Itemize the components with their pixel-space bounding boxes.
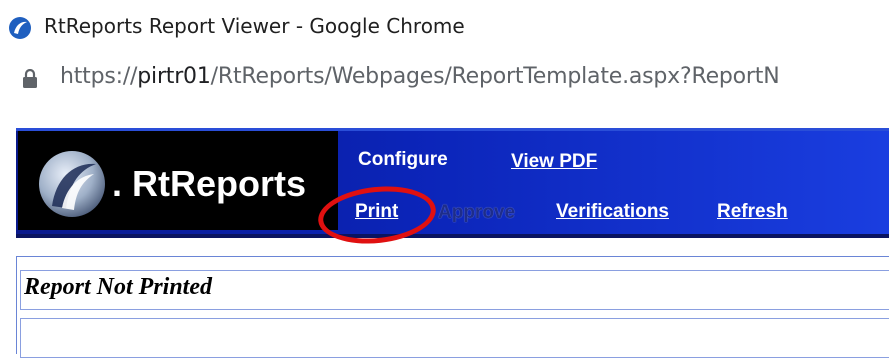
header-bottom-border: [16, 234, 889, 238]
url-host: pirtr01: [137, 64, 211, 89]
rtreports-logo-icon: [39, 151, 105, 217]
report-body-panel: [20, 318, 889, 358]
url-scheme: https://: [60, 64, 138, 89]
configure-link[interactable]: Configure: [358, 149, 448, 171]
url-text[interactable]: https://pirtr01/RtReports/Webpages/Repor…: [60, 64, 780, 89]
window-title: RtReports Report Viewer - Google Chrome: [44, 14, 465, 38]
approve-link: Approve: [438, 202, 516, 223]
view-pdf-link[interactable]: View PDF: [511, 151, 597, 173]
report-status-text: Report Not Printed: [24, 274, 213, 300]
refresh-link[interactable]: Refresh: [717, 201, 788, 223]
rtreports-favicon-icon: [9, 17, 31, 39]
verifications-link[interactable]: Verifications: [556, 201, 669, 223]
lock-icon[interactable]: [22, 69, 38, 89]
logo-text: . RtReports: [112, 163, 307, 204]
url-path: /RtReports/Webpages/ReportTemplate.aspx?…: [210, 64, 780, 89]
